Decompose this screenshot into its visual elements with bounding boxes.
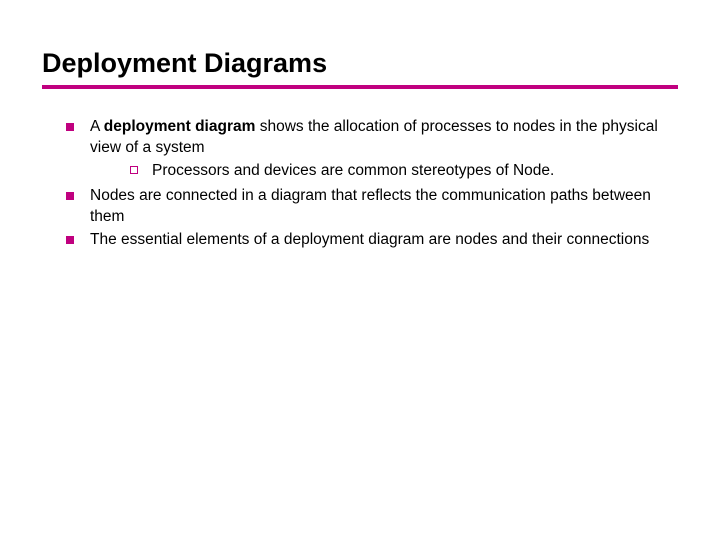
- list-item: The essential elements of a deployment d…: [66, 230, 678, 251]
- list-item-text: A deployment diagram shows the allocatio…: [90, 117, 678, 184]
- sub-item-text: Processors and devices are common stereo…: [152, 161, 554, 182]
- square-bullet-icon: [66, 123, 74, 131]
- text-post: The essential elements of a deployment d…: [90, 231, 649, 248]
- list-item: A deployment diagram shows the allocatio…: [66, 117, 678, 184]
- square-bullet-icon: [66, 192, 74, 200]
- sub-list-item: Processors and devices are common stereo…: [130, 161, 678, 182]
- slide-body: A deployment diagram shows the allocatio…: [42, 117, 678, 251]
- list-item-text: Nodes are connected in a diagram that re…: [90, 186, 678, 228]
- open-square-bullet-icon: [130, 166, 138, 174]
- text-bold: deployment diagram: [104, 118, 256, 135]
- text-post: Nodes are connected in a diagram that re…: [90, 187, 651, 225]
- list-item-text: The essential elements of a deployment d…: [90, 230, 649, 251]
- square-bullet-icon: [66, 236, 74, 244]
- slide-title: Deployment Diagrams: [42, 48, 678, 79]
- title-rule: [42, 85, 678, 89]
- text-pre: A: [90, 118, 104, 135]
- list-item: Nodes are connected in a diagram that re…: [66, 186, 678, 228]
